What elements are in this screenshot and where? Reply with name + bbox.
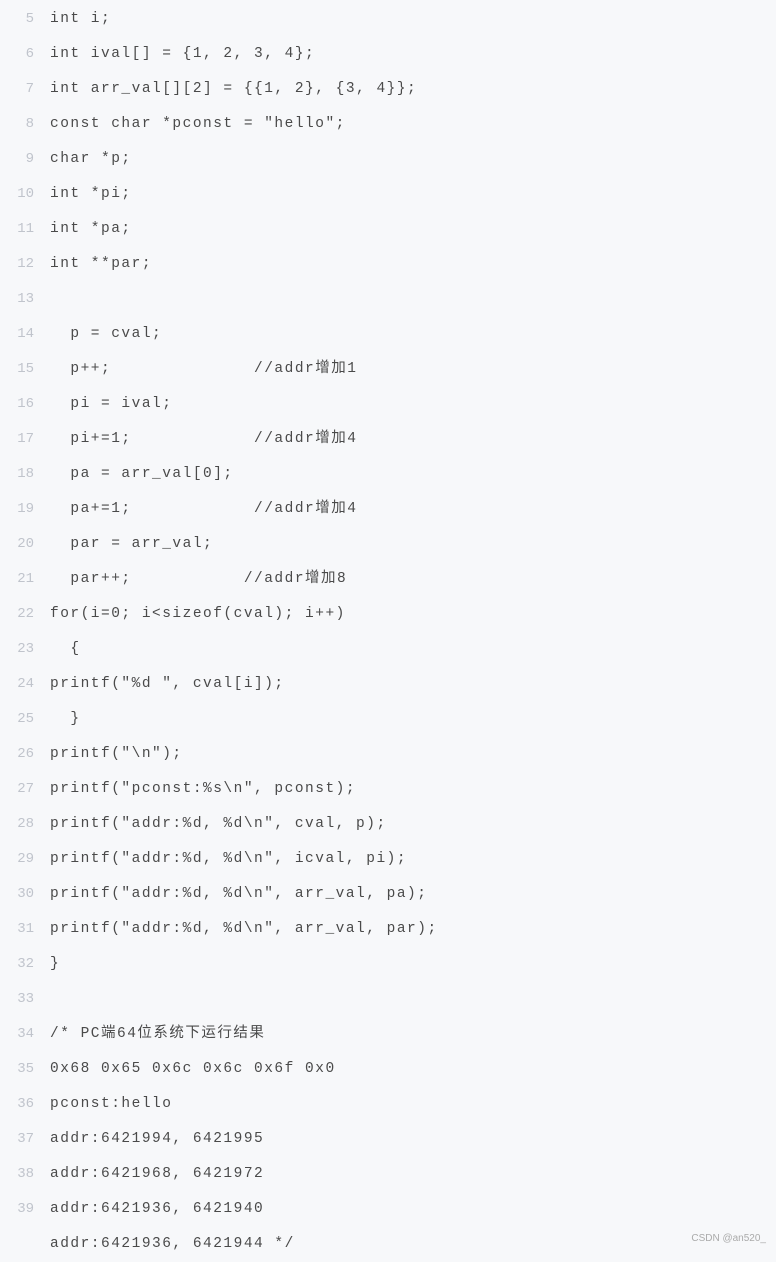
line-number: 16	[0, 387, 40, 422]
code-line: printf("addr:%d, %d\n", cval, p);	[50, 807, 776, 842]
line-number: 38	[0, 1157, 40, 1192]
line-number: 24	[0, 667, 40, 702]
code-block: 5678910111213141516171819202122232425262…	[0, 0, 776, 1262]
code-line: addr:6421994, 6421995	[50, 1122, 776, 1157]
line-number: 32	[0, 947, 40, 982]
code-line: addr:6421968, 6421972	[50, 1157, 776, 1192]
line-number: 35	[0, 1052, 40, 1087]
code-line: 0x68 0x65 0x6c 0x6c 0x6f 0x0	[50, 1052, 776, 1087]
line-number: 30	[0, 877, 40, 912]
code-line: pconst:hello	[50, 1087, 776, 1122]
line-number: 6	[0, 37, 40, 72]
code-line: par++; //addr增加8	[50, 562, 776, 597]
code-line: addr:6421936, 6421940	[50, 1192, 776, 1227]
line-number: 36	[0, 1087, 40, 1122]
line-number: 28	[0, 807, 40, 842]
code-line: }	[50, 947, 776, 982]
line-number: 14	[0, 317, 40, 352]
code-line: int **par;	[50, 247, 776, 282]
line-number: 29	[0, 842, 40, 877]
code-line: par = arr_val;	[50, 527, 776, 562]
line-number: 17	[0, 422, 40, 457]
line-number: 13	[0, 282, 40, 317]
code-line: printf("addr:%d, %d\n", icval, pi);	[50, 842, 776, 877]
code-line: int *pa;	[50, 212, 776, 247]
code-line: int *pi;	[50, 177, 776, 212]
line-number: 34	[0, 1017, 40, 1052]
line-number: 31	[0, 912, 40, 947]
code-line: p = cval;	[50, 317, 776, 352]
code-line: for(i=0; i<sizeof(cval); i++)	[50, 597, 776, 632]
watermark: CSDN @an520_	[691, 1233, 766, 1244]
line-number: 12	[0, 247, 40, 282]
line-number: 22	[0, 597, 40, 632]
line-number: 26	[0, 737, 40, 772]
line-number: 18	[0, 457, 40, 492]
line-number: 7	[0, 72, 40, 107]
line-number: 27	[0, 772, 40, 807]
code-line: printf("%d ", cval[i]);	[50, 667, 776, 702]
line-number: 21	[0, 562, 40, 597]
code-line: p++; //addr增加1	[50, 352, 776, 387]
line-number: 23	[0, 632, 40, 667]
line-number: 37	[0, 1122, 40, 1157]
code-line: printf("\n");	[50, 737, 776, 772]
line-number: 33	[0, 982, 40, 1017]
code-content: int i;int ival[] = {1, 2, 3, 4};int arr_…	[40, 0, 776, 1262]
code-line: pa = arr_val[0];	[50, 457, 776, 492]
line-number: 25	[0, 702, 40, 737]
code-line: addr:6421936, 6421944 */	[50, 1227, 776, 1262]
line-number: 9	[0, 142, 40, 177]
line-number: 19	[0, 492, 40, 527]
line-number: 10	[0, 177, 40, 212]
code-line: int ival[] = {1, 2, 3, 4};	[50, 37, 776, 72]
code-line: int arr_val[][2] = {{1, 2}, {3, 4}};	[50, 72, 776, 107]
code-line: {	[50, 632, 776, 667]
code-line: printf("addr:%d, %d\n", arr_val, par);	[50, 912, 776, 947]
code-line: printf("addr:%d, %d\n", arr_val, pa);	[50, 877, 776, 912]
code-line: pi+=1; //addr增加4	[50, 422, 776, 457]
code-line: pi = ival;	[50, 387, 776, 422]
code-line: const char *pconst = "hello";	[50, 107, 776, 142]
line-number: 5	[0, 2, 40, 37]
line-number: 11	[0, 212, 40, 247]
line-number: 15	[0, 352, 40, 387]
code-line: /* PC端64位系统下运行结果	[50, 1017, 776, 1052]
line-number-gutter: 5678910111213141516171819202122232425262…	[0, 0, 40, 1262]
code-line: pa+=1; //addr增加4	[50, 492, 776, 527]
code-line: int i;	[50, 2, 776, 37]
line-number: 20	[0, 527, 40, 562]
line-number: 8	[0, 107, 40, 142]
code-line	[50, 282, 776, 317]
code-line: }	[50, 702, 776, 737]
code-line: printf("pconst:%s\n", pconst);	[50, 772, 776, 807]
line-number: 39	[0, 1192, 40, 1227]
code-line: char *p;	[50, 142, 776, 177]
code-line	[50, 982, 776, 1017]
